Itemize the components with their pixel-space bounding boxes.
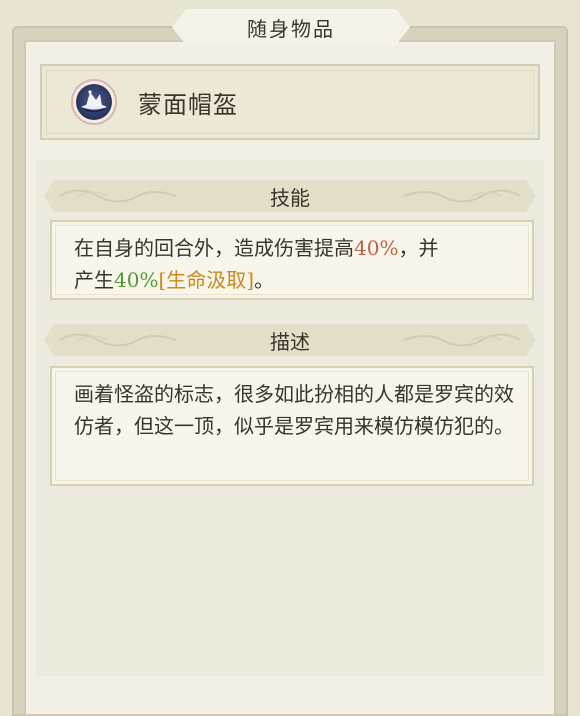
damage-bonus-value: 40%: [354, 236, 399, 260]
panel-title: 随身物品: [247, 16, 335, 41]
description-section-header: 描述: [44, 324, 536, 356]
skill-text: 产生: [74, 268, 114, 292]
skill-description-box: 在自身的回合外，造成伤害提高40%，并 产生40%[生命汲取]。: [50, 220, 534, 300]
lifesteal-value: 40%: [114, 268, 159, 292]
skill-text: 。: [254, 268, 275, 292]
skill-section-title: 技能: [270, 185, 310, 210]
item-description-text: 画着怪盗的标志，很多如此扮相的人都是罗宾的效仿者，但这一顶，似乎是罗宾用来模仿模…: [74, 382, 514, 438]
description-section-title: 描述: [270, 329, 310, 354]
ornament-icon: [58, 185, 178, 207]
ornament-icon: [402, 185, 522, 207]
item-description-box: 画着怪盗的标志，很多如此扮相的人都是罗宾的效仿者，但这一顶，似乎是罗宾用来模仿模…: [50, 366, 534, 486]
skill-line-1: 在自身的回合外，造成伤害提高40%，并: [74, 232, 510, 264]
masked-helmet-icon: [71, 79, 117, 125]
skill-text: ，并: [398, 236, 439, 260]
item-header: 蒙面帽盔: [40, 64, 540, 140]
skill-section-header: 技能: [44, 180, 536, 212]
ornament-icon: [58, 329, 178, 351]
panel-title-tab: 随身物品: [172, 9, 410, 45]
skill-line-2: 产生40%[生命汲取]。: [74, 264, 510, 296]
ornament-icon: [402, 329, 522, 351]
lifesteal-keyword[interactable]: [生命汲取]: [158, 268, 254, 292]
skill-text: 在自身的回合外，造成伤害提高: [74, 236, 354, 260]
item-name: 蒙面帽盔: [138, 90, 238, 119]
